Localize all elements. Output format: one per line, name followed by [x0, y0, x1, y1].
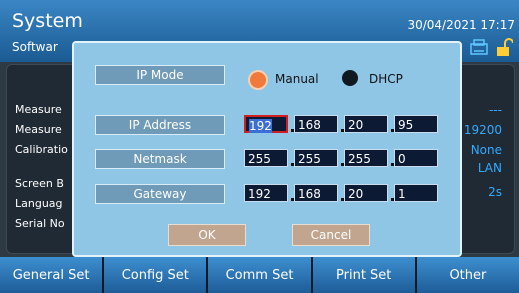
radio-manual-label: Manual	[275, 72, 319, 86]
bottom-tab-bar: General Set Config Set Comm Set Print Se…	[0, 257, 519, 293]
ip-octet-4-field[interactable]: 95	[394, 115, 438, 133]
screen: System Softwar 30/04/2021 17:17 Measure …	[0, 0, 519, 293]
cancel-button[interactable]: Cancel	[292, 224, 370, 246]
setting-label: Screen B	[15, 177, 64, 190]
tab-comm-set[interactable]: Comm Set	[208, 257, 311, 293]
setting-label: Calibratio	[15, 143, 68, 156]
tab-other[interactable]: Other	[416, 257, 519, 293]
setting-value: LAN	[477, 161, 502, 175]
netmask-octet-2-field[interactable]: 255	[294, 149, 338, 167]
header-icons	[469, 38, 513, 58]
tab-print-set[interactable]: Print Set	[312, 257, 415, 293]
datetime: 30/04/2021 17:17	[407, 18, 515, 32]
tab-config-set[interactable]: Config Set	[104, 257, 207, 293]
ok-button[interactable]: OK	[168, 224, 246, 246]
gateway-octet-3-field[interactable]: 20	[344, 184, 388, 202]
gateway-octet-2-field[interactable]: 168	[294, 184, 338, 202]
ip-octet-3-field[interactable]: 20	[344, 115, 388, 133]
setting-label: Measure	[15, 103, 62, 116]
setting-label: Serial No	[15, 217, 65, 230]
radio-manual[interactable]	[248, 70, 268, 90]
setting-value: ---	[489, 103, 502, 117]
gateway-octet-4-field[interactable]: 1	[394, 184, 438, 202]
netmask-octet-4-field[interactable]: 0	[394, 149, 438, 167]
gateway-octet-1-field[interactable]: 192	[244, 184, 288, 202]
tab-general-set[interactable]: General Set	[0, 257, 103, 293]
network-settings-dialog: IP Mode Manual DHCP IP Address 192 168 2…	[72, 41, 462, 257]
gateway-label: Gateway	[95, 184, 225, 204]
setting-label: Languag	[15, 197, 63, 210]
netmask-label: Netmask	[95, 149, 225, 169]
page-subtitle: Softwar	[12, 40, 58, 54]
page-title: System	[12, 10, 83, 32]
setting-label: Measure	[15, 123, 62, 136]
ip-octet-2-field[interactable]: 168	[294, 115, 338, 133]
setting-value: None	[470, 143, 502, 157]
netmask-octet-1-field[interactable]: 255	[244, 149, 288, 167]
radio-dhcp[interactable]	[342, 70, 358, 86]
netmask-octet-3-field[interactable]: 255	[344, 149, 388, 167]
ip-address-label: IP Address	[95, 115, 225, 135]
setting-value: 2s	[488, 185, 502, 199]
ip-octet-1-field[interactable]: 192	[244, 115, 288, 133]
radio-dhcp-label: DHCP	[369, 72, 403, 86]
unlock-icon	[497, 38, 513, 56]
ip-mode-label: IP Mode	[95, 65, 225, 85]
setting-value: 19200	[463, 123, 502, 137]
